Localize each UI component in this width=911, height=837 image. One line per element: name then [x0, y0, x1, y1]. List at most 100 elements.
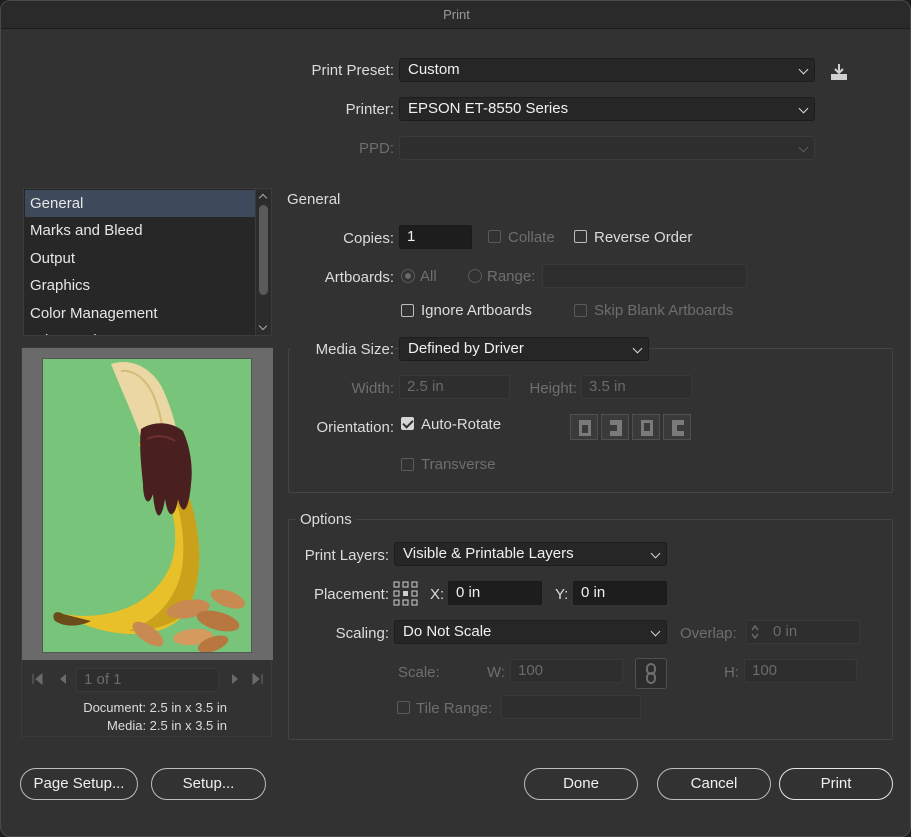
stepper-icon — [750, 623, 760, 641]
scale-label: Scale: — [398, 664, 440, 681]
overlap-field: 0 in — [746, 620, 860, 644]
y-field[interactable]: 0 in — [573, 581, 667, 605]
done-button[interactable]: Done — [524, 768, 638, 800]
collate-label: Collate — [508, 229, 555, 246]
media-size-value: Defined by Driver — [408, 340, 524, 357]
height-label: Height: — [529, 380, 577, 397]
page-setup-button[interactable]: Page Setup... — [20, 768, 138, 800]
scale-w-label: W: — [487, 664, 506, 681]
collate-checkbox — [488, 230, 501, 243]
print-layers-dropdown[interactable]: Visible & Printable Layers — [394, 542, 667, 566]
width-label: Width: — [351, 380, 394, 397]
copies-field[interactable]: 1 — [399, 225, 472, 249]
artwork-preview-image — [42, 358, 252, 653]
sidebar-item-marks-and-bleed[interactable]: Marks and Bleed — [25, 217, 255, 244]
transverse-label: Transverse — [421, 456, 496, 473]
skip-blank-artboards-label: Skip Blank Artboards — [594, 302, 734, 319]
orientation-label: Orientation: — [316, 419, 394, 436]
window-title: Print — [1, 1, 910, 29]
copies-label: Copies: — [343, 230, 394, 247]
scroll-thumb[interactable] — [259, 205, 268, 295]
options-heading: Options — [296, 511, 356, 528]
ignore-artboards-label: Ignore Artboards — [421, 302, 532, 319]
scale-h-field: 100 — [744, 659, 857, 683]
print-layers-value: Visible & Printable Layers — [403, 545, 574, 562]
print-dialog: Print Print Preset: Custom Printer: EPSO… — [0, 0, 911, 837]
height-field: 3.5 in — [581, 375, 692, 399]
media-size-info: Media: 2.5 in x 3.5 in — [107, 718, 227, 733]
chevron-down-icon — [798, 64, 809, 75]
tile-range-field — [501, 695, 641, 719]
media-size-label: Media Size: — [291, 341, 394, 358]
sidebar-item-output[interactable]: Output — [25, 245, 255, 272]
print-preset-dropdown[interactable]: Custom — [399, 58, 815, 82]
artboards-all-label: All — [420, 268, 437, 285]
scale-w-field: 100 — [510, 659, 623, 683]
scaling-value: Do Not Scale — [403, 623, 492, 640]
reverse-landscape-orientation-icon — [663, 414, 691, 440]
landscape-orientation-icon — [601, 414, 629, 440]
scaling-label: Scaling: — [335, 625, 389, 642]
scroll-down-icon[interactable] — [258, 321, 268, 331]
scroll-up-icon[interactable] — [258, 193, 268, 203]
x-label: X: — [430, 586, 445, 603]
sidebar-item-advanced[interactable]: Advanced — [25, 327, 255, 335]
chevron-down-icon — [798, 142, 809, 153]
sidebar-item-color-management[interactable]: Color Management — [25, 300, 255, 327]
last-page-icon[interactable] — [251, 672, 265, 686]
next-page-icon[interactable] — [228, 672, 242, 686]
placement-label: Placement: — [313, 586, 389, 603]
print-layers-label: Print Layers: — [304, 547, 389, 564]
print-button[interactable]: Print — [779, 768, 893, 800]
artboards-label: Artboards: — [324, 269, 394, 286]
print-preset-value: Custom — [408, 61, 460, 78]
artboards-all-radio — [401, 269, 415, 283]
width-field: 2.5 in — [399, 375, 510, 399]
artboards-range-label: Range: — [487, 268, 536, 285]
x-field[interactable]: 0 in — [448, 581, 542, 605]
printer-dropdown[interactable]: EPSON ET-8550 Series — [399, 97, 815, 121]
chain-link-icon — [635, 658, 667, 689]
overlap-label: Overlap: — [680, 625, 737, 642]
ignore-artboards-checkbox[interactable] — [401, 304, 414, 317]
artboards-range-radio — [468, 269, 482, 283]
print-preset-label: Print Preset: — [311, 62, 394, 79]
reverse-portrait-orientation-icon — [632, 414, 660, 440]
list-scrollbar[interactable] — [255, 189, 271, 335]
ppd-dropdown — [399, 136, 815, 160]
preview-area — [22, 348, 273, 660]
scaling-dropdown[interactable]: Do Not Scale — [394, 620, 667, 644]
setup-button[interactable]: Setup... — [151, 768, 266, 800]
media-size-dropdown[interactable]: Defined by Driver — [399, 337, 649, 361]
transverse-checkbox — [401, 458, 414, 471]
category-list[interactable]: General Marks and Bleed Output Graphics … — [23, 188, 272, 336]
placement-grid-icon[interactable] — [393, 581, 418, 606]
portrait-orientation-icon — [570, 414, 598, 440]
auto-rotate-checkbox[interactable] — [401, 417, 414, 430]
printer-value: EPSON ET-8550 Series — [408, 100, 569, 117]
printer-label: Printer: — [345, 101, 394, 118]
skip-blank-artboards-checkbox — [574, 304, 587, 317]
save-preset-icon[interactable] — [829, 62, 849, 82]
auto-rotate-label: Auto-Rotate — [421, 416, 502, 433]
chevron-down-icon — [798, 103, 809, 114]
chevron-down-icon — [650, 626, 661, 637]
sidebar-item-graphics[interactable]: Graphics — [25, 272, 255, 299]
chevron-down-icon — [632, 343, 643, 354]
previous-page-icon[interactable] — [56, 672, 70, 686]
artboards-range-field — [542, 264, 747, 288]
sidebar-item-general[interactable]: General — [25, 190, 255, 217]
reverse-order-checkbox[interactable] — [574, 230, 587, 243]
scale-h-label: H: — [724, 664, 739, 681]
ppd-label: PPD: — [358, 140, 394, 157]
first-page-icon[interactable] — [30, 672, 44, 686]
print-preview-panel: 1 of 1 Document: 2.5 in x 3.5 in Media: … — [21, 347, 273, 737]
tile-range-label: Tile Range: — [416, 700, 493, 717]
tile-range-checkbox — [397, 701, 410, 714]
general-heading: General — [287, 191, 341, 208]
page-field: 1 of 1 — [76, 668, 219, 692]
y-label: Y: — [555, 586, 569, 603]
document-size-info: Document: 2.5 in x 3.5 in — [83, 700, 227, 715]
reverse-order-label: Reverse Order — [594, 229, 693, 246]
cancel-button[interactable]: Cancel — [657, 768, 771, 800]
